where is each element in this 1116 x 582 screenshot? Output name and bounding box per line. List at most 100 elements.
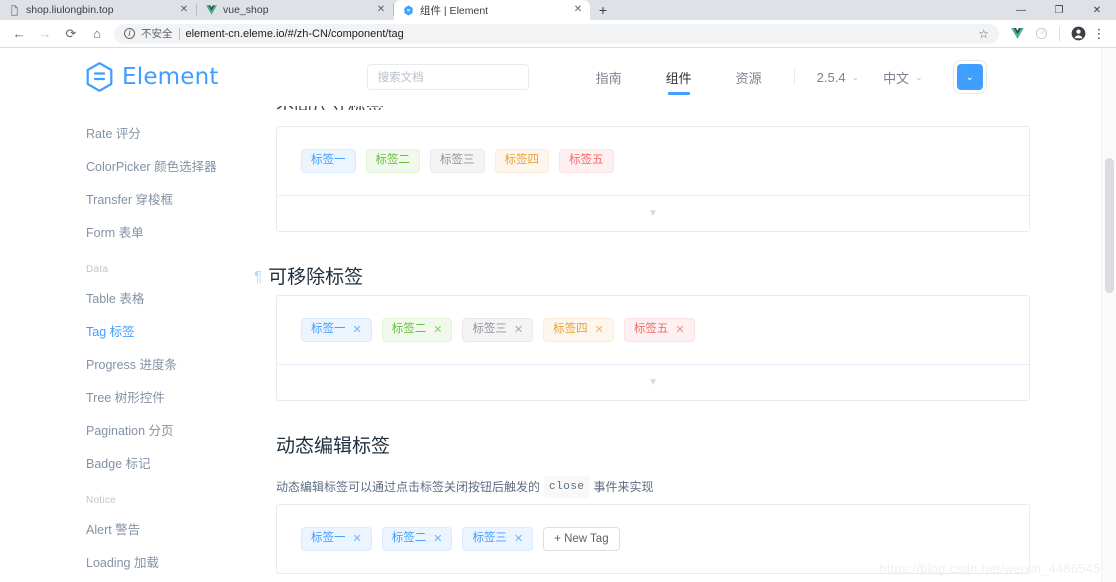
tag-label: 标签二 bbox=[375, 154, 411, 167]
sidebar-item-tree[interactable]: Tree 树形控件 bbox=[86, 382, 230, 415]
tag-close-icon[interactable]: ✕ bbox=[514, 533, 523, 545]
close-icon[interactable]: ✕ bbox=[178, 4, 190, 16]
demo-block-closable-tags: 标签一 ✕ 标签二 ✕ 标签三 ✕ 标签四 ✕ 标签五 ✕ ▼ bbox=[276, 295, 1030, 401]
sidebar-item-progress[interactable]: Progress 进度条 bbox=[86, 349, 230, 382]
tag-warning[interactable]: 标签四 ✕ bbox=[543, 318, 614, 342]
tag-info[interactable]: 标签三 ✕ bbox=[462, 318, 534, 342]
close-window-button[interactable]: ✕ bbox=[1078, 0, 1116, 20]
tab-title: 组件 | Element bbox=[420, 4, 489, 17]
demo-expand-bar[interactable]: ▼ bbox=[277, 364, 1029, 400]
window-controls: — ❐ ✕ bbox=[1002, 0, 1116, 20]
anchor-icon[interactable]: ¶ bbox=[254, 268, 262, 285]
home-button[interactable]: ⌂ bbox=[84, 21, 110, 47]
omnibox-divider bbox=[178, 27, 180, 40]
address-bar[interactable]: i 不安全 element-cn.eleme.io/#/zh-CN/compon… bbox=[114, 23, 999, 44]
sidebar-item-table[interactable]: Table 表格 bbox=[86, 283, 230, 316]
tag-close-icon[interactable]: ✕ bbox=[353, 324, 362, 336]
language-select[interactable]: 中文 ⌄ bbox=[871, 68, 935, 87]
tag-label: 标签五 bbox=[569, 154, 604, 167]
sidebar-item-colorpicker[interactable]: ColorPicker 颜色选择器 bbox=[86, 151, 230, 184]
theme-toggle-button[interactable]: ⌄ bbox=[956, 64, 983, 90]
tag-close-icon[interactable]: ✕ bbox=[514, 324, 523, 336]
vue-devtools-icon[interactable] bbox=[1005, 22, 1029, 46]
tag-close-icon[interactable]: ✕ bbox=[675, 324, 684, 336]
section-title: 动态编辑标签 bbox=[276, 436, 391, 457]
clipped-section-heading: 不同尺寸标签 bbox=[276, 106, 1030, 110]
new-tag-button[interactable]: + New Tag bbox=[543, 527, 620, 551]
browser-tab[interactable]: vue_shop ✕ bbox=[197, 0, 393, 20]
search-input[interactable]: 搜索文档 bbox=[366, 64, 529, 90]
demo-expand-bar[interactable]: ▼ bbox=[277, 195, 1029, 231]
nav-item-guide[interactable]: 指南 bbox=[574, 57, 644, 97]
tag-success[interactable]: 标签二 ✕ bbox=[381, 318, 453, 342]
tag-close-icon[interactable]: ✕ bbox=[433, 533, 442, 545]
tag-danger[interactable]: 标签五 ✕ bbox=[623, 318, 695, 342]
tag-label: 标签四 bbox=[553, 323, 588, 336]
version-select[interactable]: 2.5.4 ⌄ bbox=[805, 70, 871, 85]
chevron-down-icon: ⌄ bbox=[965, 71, 974, 83]
new-tab-button[interactable]: + bbox=[590, 0, 616, 20]
reload-button[interactable]: ⟳ bbox=[58, 21, 84, 47]
tag-close-icon[interactable]: ✕ bbox=[433, 324, 442, 336]
tag-label: 标签三 bbox=[472, 532, 507, 545]
bookmark-star-icon[interactable]: ☆ bbox=[978, 27, 989, 41]
browser-tab-active[interactable]: 组件 | Element ✕ bbox=[394, 0, 590, 20]
section-title: 可移除标签 bbox=[268, 267, 364, 288]
close-icon[interactable]: ✕ bbox=[572, 4, 584, 16]
tag-label: 标签一 bbox=[311, 323, 346, 336]
tag-label: 标签三 bbox=[472, 323, 507, 336]
tag-primary[interactable]: 标签一 bbox=[301, 149, 356, 173]
chevron-down-icon: ⌄ bbox=[851, 71, 860, 82]
browser-toolbar: ← → ⟳ ⌂ i 不安全 element-cn.eleme.io/#/zh-C… bbox=[0, 20, 1116, 48]
tag-info[interactable]: 标签三 bbox=[430, 149, 485, 173]
tag-row: 标签一 ✕ 标签二 ✕ 标签三 ✕ 标签四 ✕ 标签五 ✕ bbox=[301, 318, 1005, 342]
chevron-down-icon: ▼ bbox=[648, 208, 658, 219]
tag-warning[interactable]: 标签四 bbox=[494, 149, 549, 173]
sidebar-item-form[interactable]: Form 表单 bbox=[86, 217, 230, 250]
back-button[interactable]: ← bbox=[6, 21, 32, 47]
toolbar-divider bbox=[1059, 26, 1060, 41]
page-icon bbox=[8, 4, 20, 16]
tag-primary[interactable]: 标签二 ✕ bbox=[381, 527, 453, 551]
tag-close-icon[interactable]: ✕ bbox=[595, 324, 604, 336]
maximize-button[interactable]: ❐ bbox=[1040, 0, 1078, 20]
tag-success[interactable]: 标签二 bbox=[365, 149, 420, 173]
extension-icon[interactable] bbox=[1029, 22, 1053, 46]
sidebar-item-loading[interactable]: Loading 加载 bbox=[86, 547, 230, 580]
sidebar-group-notice: Notice bbox=[86, 495, 117, 506]
tag-label: 标签二 bbox=[391, 532, 427, 545]
sidebar-item-tag[interactable]: Tag 标签 bbox=[86, 316, 230, 349]
sidebar-item-rate[interactable]: Rate 评分 bbox=[86, 118, 230, 151]
search-placeholder: 搜索文档 bbox=[377, 72, 424, 84]
tab-title: vue_shop bbox=[223, 4, 269, 16]
browser-menu-button[interactable]: ⋮ bbox=[1090, 26, 1108, 42]
browser-tab[interactable]: shop.liulongbin.top ✕ bbox=[0, 0, 196, 20]
nav-item-resources[interactable]: 资源 bbox=[714, 57, 784, 97]
close-icon[interactable]: ✕ bbox=[375, 4, 387, 16]
account-icon[interactable] bbox=[1066, 22, 1090, 46]
tag-primary[interactable]: 标签一 ✕ bbox=[301, 527, 372, 551]
tag-danger[interactable]: 标签五 bbox=[559, 149, 614, 173]
brand-logo[interactable]: Element bbox=[86, 62, 219, 92]
sidebar-item-alert[interactable]: Alert 警告 bbox=[86, 514, 230, 547]
forward-button[interactable]: → bbox=[32, 21, 58, 47]
demo-block-basic-tags: 标签一 标签二 标签三 标签四 标签五 ▼ bbox=[276, 126, 1030, 232]
sidebar-item-transfer[interactable]: Transfer 穿梭框 bbox=[86, 184, 230, 217]
minimize-button[interactable]: — bbox=[1002, 0, 1040, 20]
tag-row: 标签一 ✕ 标签二 ✕ 标签三 ✕ + New Tag bbox=[301, 527, 1005, 551]
tag-label: 标签五 bbox=[633, 323, 669, 336]
tag-primary[interactable]: 标签一 ✕ bbox=[301, 318, 372, 342]
nav-item-components[interactable]: 组件 bbox=[644, 57, 714, 97]
security-label: 不安全 bbox=[141, 28, 173, 40]
brand-name: Element bbox=[122, 64, 219, 90]
info-icon[interactable]: i bbox=[124, 28, 135, 39]
page-scrollbar[interactable] bbox=[1101, 48, 1116, 582]
page-content: Element 搜索文档 指南 组件 资源 2.5.4 ⌄ 中文 ⌄ ⌄ Rat… bbox=[0, 48, 1116, 582]
tag-primary[interactable]: 标签三 ✕ bbox=[462, 527, 534, 551]
tag-row: 标签一 标签二 标签三 标签四 标签五 bbox=[301, 149, 1005, 173]
sidebar-item-pagination[interactable]: Pagination 分页 bbox=[86, 415, 230, 448]
sidebar-item-badge[interactable]: Badge 标记 bbox=[86, 448, 230, 481]
tag-label: 标签一 bbox=[311, 532, 346, 545]
tag-close-icon[interactable]: ✕ bbox=[353, 533, 362, 545]
scrollbar-thumb[interactable] bbox=[1105, 158, 1114, 293]
